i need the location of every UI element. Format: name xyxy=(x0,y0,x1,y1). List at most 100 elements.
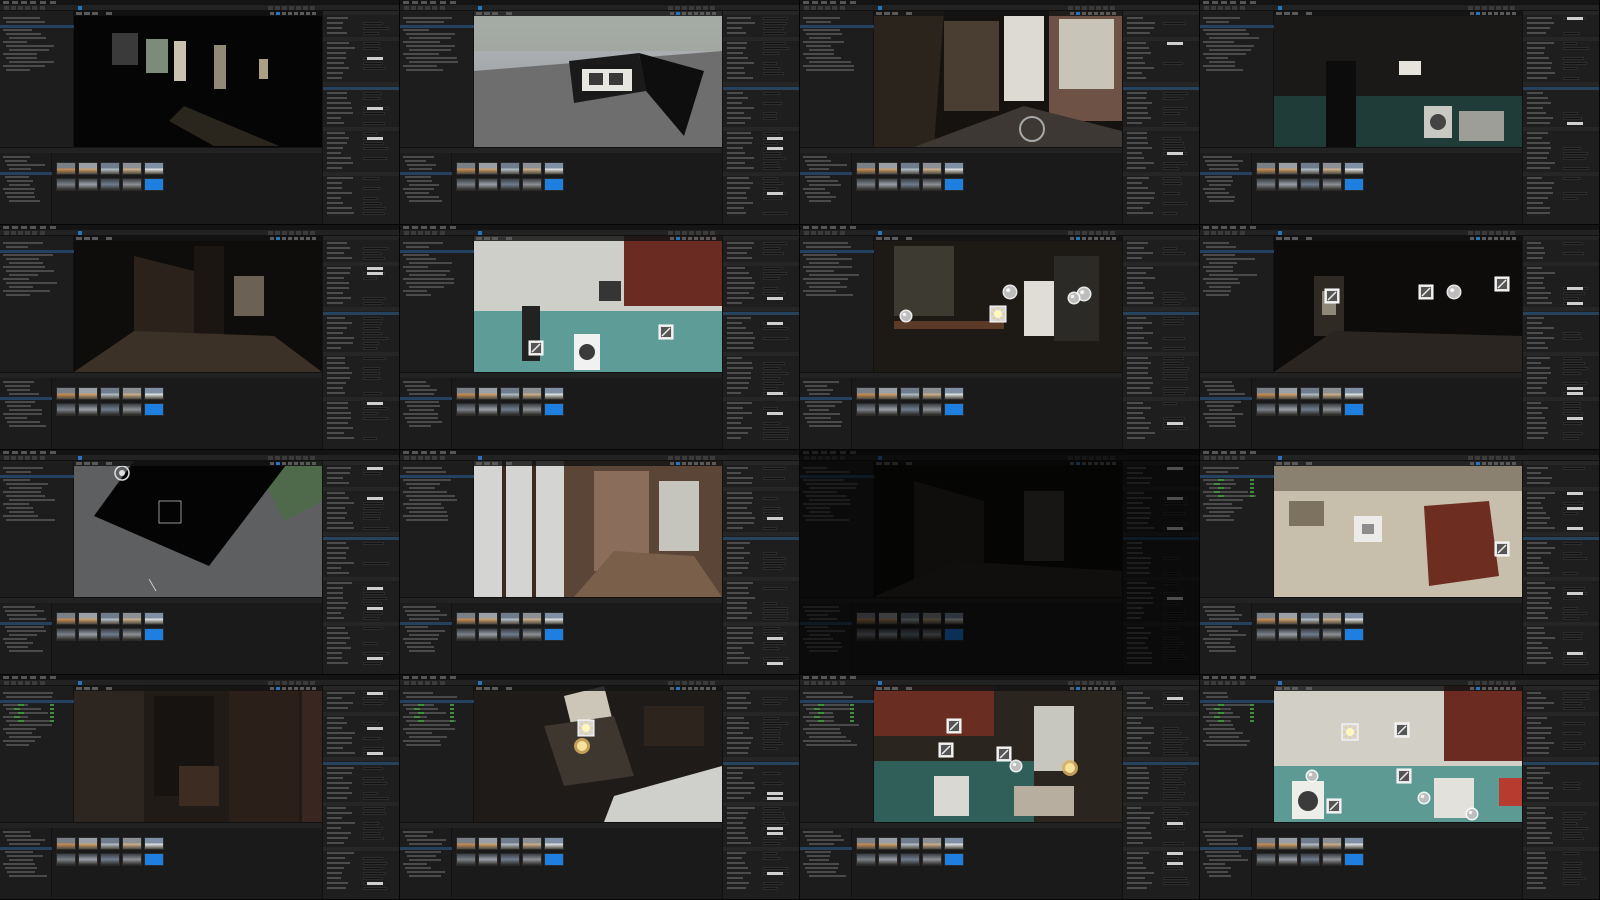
hdri-thumbnail[interactable] xyxy=(456,853,476,866)
property-color-swatch[interactable] xyxy=(1567,17,1583,20)
outliner-row[interactable] xyxy=(409,37,451,39)
folder-item[interactable] xyxy=(1209,634,1246,636)
toolbar-button[interactable] xyxy=(18,681,23,685)
folder-item[interactable] xyxy=(403,606,436,608)
viewport-mode-button[interactable] xyxy=(1476,687,1480,690)
property-value-field[interactable] xyxy=(363,867,383,870)
hdri-thumbnail[interactable] xyxy=(944,162,964,175)
viewport-mode-button[interactable] xyxy=(676,12,680,15)
viewport-mode-button[interactable] xyxy=(294,237,298,240)
viewport-mode-button[interactable] xyxy=(312,462,316,465)
toolbar-button[interactable] xyxy=(811,456,816,460)
toolbar-button[interactable] xyxy=(1110,456,1115,460)
hdri-thumbnail[interactable] xyxy=(1322,178,1342,191)
toolbar-button[interactable] xyxy=(668,6,673,10)
property-value-field[interactable] xyxy=(1163,167,1179,170)
property-value-field[interactable] xyxy=(763,742,783,745)
viewport-mode-button[interactable] xyxy=(682,462,686,465)
property-value-field[interactable] xyxy=(1563,787,1580,790)
toolbar-button[interactable] xyxy=(1240,6,1245,10)
outliner-row[interactable] xyxy=(803,290,836,292)
property-value-field[interactable] xyxy=(763,632,786,635)
property-value-field[interactable] xyxy=(1163,867,1183,870)
property-value-field[interactable] xyxy=(1163,192,1180,195)
toolbar-button[interactable] xyxy=(682,6,687,10)
outliner-row[interactable] xyxy=(1203,503,1232,505)
property-value-field[interactable] xyxy=(763,477,785,480)
property-value-field[interactable] xyxy=(763,702,780,705)
outliner-row[interactable] xyxy=(403,53,439,55)
outliner-row[interactable] xyxy=(1203,491,1248,493)
details-section-header[interactable] xyxy=(1123,712,1199,716)
menu-item[interactable] xyxy=(40,451,46,454)
toolbar-button[interactable] xyxy=(1211,456,1216,460)
property-value-field[interactable] xyxy=(1563,357,1582,360)
viewport-mode-button[interactable] xyxy=(676,237,680,240)
viewport-menu[interactable] xyxy=(1284,12,1290,15)
toolbar-button[interactable] xyxy=(25,681,30,685)
outliner-row[interactable] xyxy=(3,704,28,706)
folder-item[interactable] xyxy=(9,184,30,186)
property-value-field[interactable] xyxy=(363,197,378,200)
toolbar-button[interactable] xyxy=(411,6,416,10)
viewport-render[interactable] xyxy=(74,461,322,597)
toolbar-button[interactable] xyxy=(268,231,273,235)
details-section-header[interactable] xyxy=(1123,487,1199,491)
menu-item[interactable] xyxy=(812,1,818,4)
viewport-mode-button[interactable] xyxy=(276,12,280,15)
property-color-swatch[interactable] xyxy=(367,137,383,140)
property-value-field[interactable] xyxy=(763,552,777,555)
hdri-thumbnail[interactable] xyxy=(500,628,520,641)
outliner-row[interactable] xyxy=(806,708,852,710)
hdri-thumbnail[interactable] xyxy=(78,403,98,416)
property-value-field[interactable] xyxy=(763,867,788,870)
hdri-thumbnail[interactable] xyxy=(522,628,542,641)
menu-item[interactable] xyxy=(12,451,18,454)
toolbar-button[interactable] xyxy=(703,681,708,685)
property-value-field[interactable] xyxy=(363,617,379,620)
menu-item[interactable] xyxy=(850,226,856,229)
viewport-mode-button[interactable] xyxy=(1100,12,1104,15)
toolbar-button[interactable] xyxy=(404,231,409,235)
toolbar-button[interactable] xyxy=(289,231,294,235)
property-color-swatch[interactable] xyxy=(1167,852,1183,855)
property-value-field[interactable] xyxy=(1163,392,1185,395)
details-section-header[interactable] xyxy=(323,127,399,131)
folder-item[interactable] xyxy=(409,875,441,877)
property-color-swatch[interactable] xyxy=(1167,822,1183,825)
toolbar-button[interactable] xyxy=(432,231,437,235)
hdri-thumbnail[interactable] xyxy=(878,853,898,866)
outliner-row[interactable] xyxy=(809,61,851,63)
toolbar-button[interactable] xyxy=(1103,456,1108,460)
toolbar-button[interactable] xyxy=(1096,6,1101,10)
property-value-field[interactable] xyxy=(1163,357,1184,360)
viewport-render[interactable] xyxy=(74,686,322,822)
property-value-field[interactable] xyxy=(363,202,382,205)
outliner-row[interactable] xyxy=(1203,254,1235,256)
details-section-header[interactable] xyxy=(1123,622,1199,626)
property-color-swatch[interactable] xyxy=(767,137,783,140)
outliner-row[interactable] xyxy=(1206,69,1243,71)
property-value-field[interactable] xyxy=(1163,62,1183,65)
hdri-thumbnail[interactable] xyxy=(144,162,164,175)
menu-item[interactable] xyxy=(412,226,418,229)
property-value-field[interactable] xyxy=(1563,782,1580,785)
folder-item[interactable] xyxy=(803,156,827,158)
toolbar-button[interactable] xyxy=(840,456,845,460)
outliner-row[interactable] xyxy=(403,65,437,67)
visibility-icon[interactable] xyxy=(1218,495,1224,497)
outliner-row[interactable] xyxy=(803,17,840,19)
property-value-field[interactable] xyxy=(1563,432,1583,435)
folder-item[interactable] xyxy=(1205,851,1239,853)
visibility-icon[interactable] xyxy=(1218,479,1224,481)
viewport-mode-button[interactable] xyxy=(306,237,310,240)
property-color-swatch[interactable] xyxy=(767,322,783,325)
toolbar-button[interactable] xyxy=(818,456,823,460)
toolbar-button[interactable] xyxy=(11,6,16,10)
hdri-thumbnail[interactable] xyxy=(478,387,498,400)
folder-item[interactable] xyxy=(7,180,33,182)
property-value-field[interactable] xyxy=(363,862,387,865)
level-viewport[interactable] xyxy=(1274,236,1522,372)
property-value-field[interactable] xyxy=(1563,32,1580,35)
viewport-mode-button[interactable] xyxy=(288,237,292,240)
